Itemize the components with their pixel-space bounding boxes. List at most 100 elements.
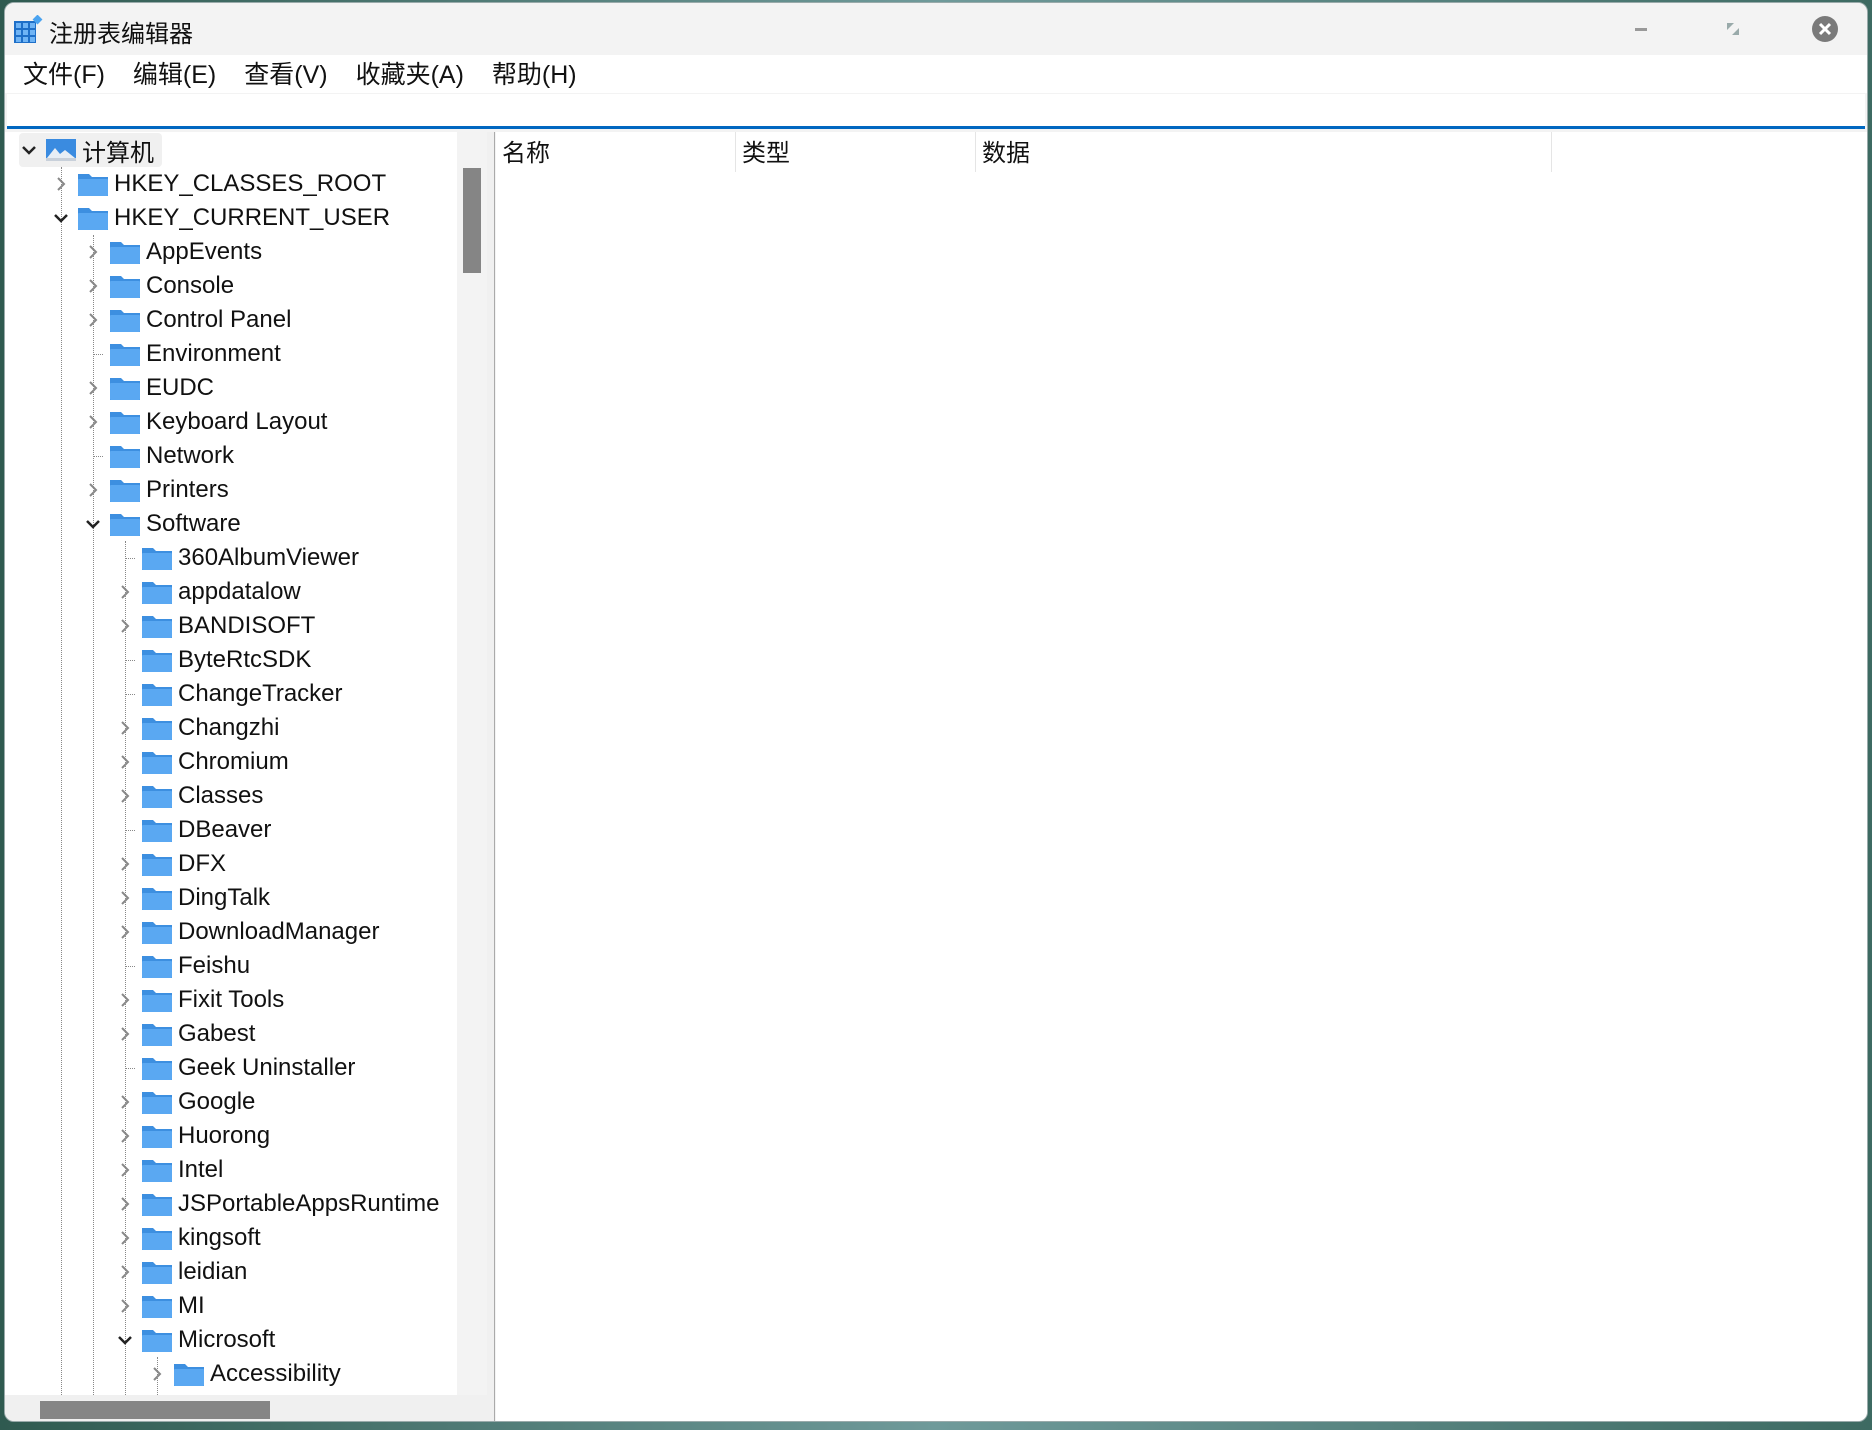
- column-header-name[interactable]: 名称: [496, 132, 736, 172]
- chevron-right-icon[interactable]: [115, 609, 135, 643]
- chevron-right-icon[interactable]: [115, 745, 135, 779]
- chevron-right-icon[interactable]: [83, 269, 103, 303]
- chevron-right-icon[interactable]: [83, 235, 103, 269]
- tree-item[interactable]: Intel: [115, 1153, 223, 1187]
- folder-icon: [77, 171, 109, 197]
- tree-item[interactable]: Console: [83, 269, 234, 303]
- tree-item[interactable]: Accessibility: [147, 1357, 341, 1391]
- tree-horizontal-scroll-thumb[interactable]: [40, 1401, 270, 1419]
- tree-item[interactable]: Classes: [115, 779, 263, 813]
- tree-item[interactable]: Huorong: [115, 1119, 270, 1153]
- tree-item[interactable]: 计算机: [19, 133, 162, 167]
- tree-item[interactable]: DingTalk: [115, 881, 270, 915]
- chevron-right-icon[interactable]: [51, 167, 71, 201]
- tree-item[interactable]: Control Panel: [83, 303, 291, 337]
- tree-item[interactable]: Google: [115, 1085, 255, 1119]
- menu-favorites[interactable]: 收藏夹(A): [352, 55, 478, 93]
- chevron-right-icon[interactable]: [115, 779, 135, 813]
- tree-item-label: AppEvents: [146, 238, 263, 265]
- tree-item[interactable]: JSPortableAppsRuntime: [115, 1187, 439, 1221]
- chevron-down-icon[interactable]: [115, 1323, 135, 1357]
- folder-icon: [141, 1021, 173, 1047]
- column-header-data[interactable]: 数据: [976, 132, 1552, 172]
- tree-item[interactable]: DownloadManager: [115, 915, 379, 949]
- address-bar: [7, 94, 1865, 129]
- chevron-right-icon[interactable]: [115, 1153, 135, 1187]
- menu-file[interactable]: 文件(F): [19, 55, 119, 93]
- registry-editor-window: 注册表编辑器 文件(F) 编辑(E) 查看(V) 收藏夹(A) 帮助(H) 计算…: [4, 2, 1868, 1422]
- chevron-right-icon[interactable]: [83, 405, 103, 439]
- tree-item[interactable]: ByteRtcSDK: [115, 643, 311, 677]
- tree-item-label: Network: [146, 442, 235, 469]
- folder-icon: [141, 749, 173, 775]
- chevron-right-icon[interactable]: [147, 1357, 167, 1391]
- tree-item[interactable]: HKEY_CLASSES_ROOT: [51, 167, 386, 201]
- tree-item[interactable]: leidian: [115, 1255, 247, 1289]
- menu-edit[interactable]: 编辑(E): [129, 55, 230, 93]
- pane-splitter[interactable]: [487, 132, 495, 1421]
- chevron-right-icon[interactable]: [115, 1085, 135, 1119]
- address-input[interactable]: [7, 94, 1865, 126]
- menu-view[interactable]: 查看(V): [240, 55, 341, 93]
- folder-icon: [141, 1191, 173, 1217]
- tree-item[interactable]: Changzhi: [115, 711, 279, 745]
- tree-item[interactable]: AppEvents: [83, 235, 262, 269]
- folder-icon: [141, 817, 173, 843]
- tree-item[interactable]: Printers: [83, 473, 229, 507]
- tree-connector: [115, 643, 135, 677]
- tree-item[interactable]: Fixit Tools: [115, 983, 284, 1017]
- restore-button[interactable]: [1713, 13, 1753, 45]
- chevron-right-icon[interactable]: [115, 983, 135, 1017]
- chevron-right-icon[interactable]: [115, 915, 135, 949]
- tree-item[interactable]: Keyboard Layout: [83, 405, 327, 439]
- tree-item[interactable]: appdatalow: [115, 575, 301, 609]
- folder-icon: [109, 511, 141, 537]
- chevron-down-icon[interactable]: [51, 201, 71, 235]
- chevron-right-icon[interactable]: [115, 847, 135, 881]
- tree-item[interactable]: Gabest: [115, 1017, 255, 1051]
- folder-icon: [141, 545, 173, 571]
- tree-item[interactable]: Geek Uninstaller: [115, 1051, 355, 1085]
- tree-connector: [83, 337, 103, 371]
- chevron-right-icon[interactable]: [115, 1119, 135, 1153]
- tree-vertical-scroll-thumb[interactable]: [463, 168, 481, 273]
- tree-item-label: Geek Uninstaller: [178, 1054, 356, 1081]
- tree-item[interactable]: Chromium: [115, 745, 289, 779]
- tree-item[interactable]: BANDISOFT: [115, 609, 315, 643]
- menu-help[interactable]: 帮助(H): [488, 55, 591, 93]
- chevron-right-icon[interactable]: [83, 371, 103, 405]
- tree-item-label: Gabest: [178, 1020, 256, 1047]
- minimize-button[interactable]: [1621, 13, 1661, 45]
- chevron-right-icon[interactable]: [115, 1289, 135, 1323]
- column-header-type[interactable]: 类型: [736, 132, 976, 172]
- folder-icon: [109, 409, 141, 435]
- tree-vertical-scrollbar[interactable]: [457, 132, 487, 1395]
- chevron-right-icon[interactable]: [115, 1221, 135, 1255]
- chevron-right-icon[interactable]: [83, 473, 103, 507]
- tree-item[interactable]: Software: [83, 507, 241, 541]
- chevron-right-icon[interactable]: [115, 881, 135, 915]
- close-button[interactable]: [1805, 13, 1845, 45]
- chevron-down-icon[interactable]: [19, 133, 39, 167]
- tree-item[interactable]: MI: [115, 1289, 205, 1323]
- tree-item[interactable]: DBeaver: [115, 813, 271, 847]
- chevron-right-icon[interactable]: [115, 1255, 135, 1289]
- tree-item[interactable]: HKEY_CURRENT_USER: [51, 201, 390, 235]
- chevron-right-icon[interactable]: [115, 1017, 135, 1051]
- tree-item[interactable]: 360AlbumViewer: [115, 541, 359, 575]
- tree-item[interactable]: EUDC: [83, 371, 214, 405]
- chevron-down-icon[interactable]: [83, 507, 103, 541]
- tree-item[interactable]: Feishu: [115, 949, 250, 983]
- tree-item[interactable]: ChangeTracker: [115, 677, 343, 711]
- tree-item-label: DingTalk: [178, 884, 271, 911]
- chevron-right-icon[interactable]: [115, 575, 135, 609]
- tree-item[interactable]: DFX: [115, 847, 226, 881]
- tree-item[interactable]: kingsoft: [115, 1221, 261, 1255]
- chevron-right-icon[interactable]: [115, 711, 135, 745]
- tree-item[interactable]: Microsoft: [115, 1323, 275, 1357]
- tree-item[interactable]: Network: [83, 439, 234, 473]
- tree-horizontal-scrollbar[interactable]: [5, 1395, 487, 1421]
- chevron-right-icon[interactable]: [115, 1187, 135, 1221]
- chevron-right-icon[interactable]: [83, 303, 103, 337]
- tree-item[interactable]: Environment: [83, 337, 281, 371]
